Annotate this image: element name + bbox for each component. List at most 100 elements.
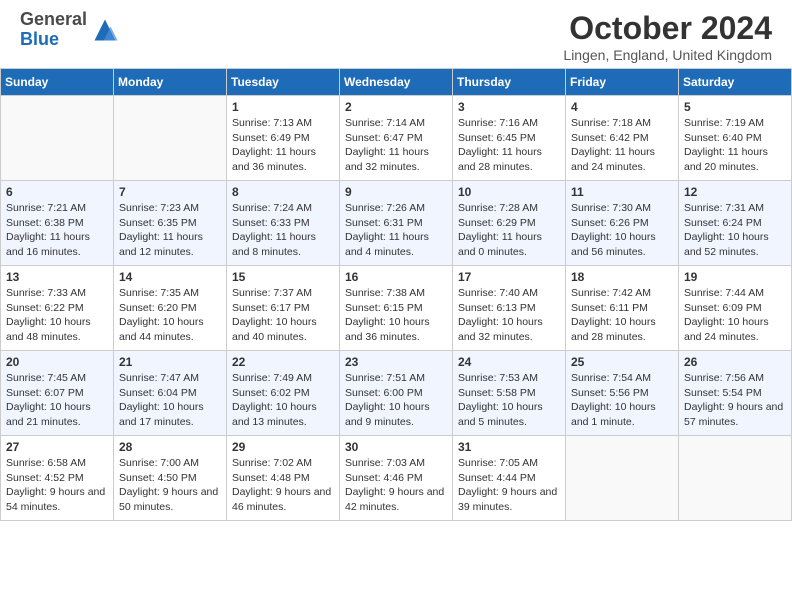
day-info: Sunrise: 7:38 AM Sunset: 6:15 PM Dayligh… [345,286,447,345]
day-number: 28 [119,440,221,454]
logo-icon [91,16,119,44]
calendar-cell: 30 Sunrise: 7:03 AM Sunset: 4:46 PM Dayli… [340,436,453,521]
day-of-week-header: Tuesday [227,69,340,96]
day-number: 20 [6,355,108,369]
day-number: 1 [232,100,334,114]
calendar-cell [679,436,792,521]
calendar-cell: 10Sunrise: 7:28 AM Sunset: 6:29 PM Dayli… [453,181,566,266]
day-info: Sunrise: 7:30 AM Sunset: 6:26 PM Dayligh… [571,201,673,260]
day-info: Sunrise: 7:13 AM Sunset: 6:49 PM Dayligh… [232,116,334,175]
day-info: Sunrise: 7:56 AM Sunset: 5:54 PM Dayligh… [684,371,786,430]
day-number: 24 [458,355,560,369]
calendar-cell: 17 Sunrise: 7:40 AM Sunset: 6:13 PM Dayli… [453,266,566,351]
calendar-week-row: 20 Sunrise: 7:45 AM Sunset: 6:07 PM Dayli… [1,351,792,436]
calendar-cell: 31 Sunrise: 7:05 AM Sunset: 4:44 PM Dayli… [453,436,566,521]
day-info: Sunrise: 7:53 AM Sunset: 5:58 PM Dayligh… [458,371,560,430]
day-info: Sunrise: 7:51 AM Sunset: 6:00 PM Dayligh… [345,371,447,430]
month-title: October 2024 [563,10,772,47]
day-info: Sunrise: 7:03 AM Sunset: 4:46 PM Dayligh… [345,456,447,515]
day-info: Sunrise: 7:14 AM Sunset: 6:47 PM Dayligh… [345,116,447,175]
calendar-cell: 23 Sunrise: 7:51 AM Sunset: 6:00 PM Dayli… [340,351,453,436]
calendar-cell: 1 Sunrise: 7:13 AM Sunset: 6:49 PM Daylig… [227,96,340,181]
day-info: Sunrise: 7:35 AM Sunset: 6:20 PM Dayligh… [119,286,221,345]
calendar-header-row: SundayMondayTuesdayWednesdayThursdayFrid… [1,69,792,96]
day-info: Sunrise: 7:19 AM Sunset: 6:40 PM Dayligh… [684,116,786,175]
calendar-week-row: 6 Sunrise: 7:21 AM Sunset: 6:38 PM Daylig… [1,181,792,266]
day-info: Sunrise: 7:33 AM Sunset: 6:22 PM Dayligh… [6,286,108,345]
day-of-week-header: Thursday [453,69,566,96]
day-info: Sunrise: 7:26 AM Sunset: 6:31 PM Dayligh… [345,201,447,260]
calendar-cell: 8 Sunrise: 7:24 AM Sunset: 6:33 PM Daylig… [227,181,340,266]
day-number: 10 [458,185,560,199]
calendar-cell: 3Sunrise: 7:16 AM Sunset: 6:45 PM Daylig… [453,96,566,181]
day-number: 8 [232,185,334,199]
day-info: Sunrise: 7:37 AM Sunset: 6:17 PM Dayligh… [232,286,334,345]
day-info: Sunrise: 7:18 AM Sunset: 6:42 PM Dayligh… [571,116,673,175]
calendar-cell: 28 Sunrise: 7:00 AM Sunset: 4:50 PM Dayli… [114,436,227,521]
day-of-week-header: Wednesday [340,69,453,96]
calendar-cell: 6 Sunrise: 7:21 AM Sunset: 6:38 PM Daylig… [1,181,114,266]
day-info: Sunrise: 7:00 AM Sunset: 4:50 PM Dayligh… [119,456,221,515]
day-number: 5 [684,100,786,114]
calendar-cell: 27Sunrise: 6:58 AM Sunset: 4:52 PM Dayli… [1,436,114,521]
day-number: 21 [119,355,221,369]
day-number: 14 [119,270,221,284]
day-number: 25 [571,355,673,369]
day-info: Sunrise: 7:49 AM Sunset: 6:02 PM Dayligh… [232,371,334,430]
day-number: 18 [571,270,673,284]
title-block: October 2024 Lingen, England, United Kin… [563,10,772,63]
day-of-week-header: Friday [566,69,679,96]
calendar-cell: 14 Sunrise: 7:35 AM Sunset: 6:20 PM Dayli… [114,266,227,351]
day-info: Sunrise: 7:45 AM Sunset: 6:07 PM Dayligh… [6,371,108,430]
day-number: 15 [232,270,334,284]
day-number: 9 [345,185,447,199]
day-number: 6 [6,185,108,199]
calendar-cell: 7Sunrise: 7:23 AM Sunset: 6:35 PM Daylig… [114,181,227,266]
calendar-cell [566,436,679,521]
day-number: 30 [345,440,447,454]
calendar-cell [114,96,227,181]
calendar-cell: 19 Sunrise: 7:44 AM Sunset: 6:09 PM Dayli… [679,266,792,351]
calendar-cell: 26 Sunrise: 7:56 AM Sunset: 5:54 PM Dayli… [679,351,792,436]
day-number: 2 [345,100,447,114]
day-number: 17 [458,270,560,284]
day-number: 26 [684,355,786,369]
day-number: 31 [458,440,560,454]
day-number: 4 [571,100,673,114]
calendar-week-row: 27Sunrise: 6:58 AM Sunset: 4:52 PM Dayli… [1,436,792,521]
day-info: Sunrise: 7:21 AM Sunset: 6:38 PM Dayligh… [6,201,108,260]
day-number: 3 [458,100,560,114]
day-number: 16 [345,270,447,284]
day-info: Sunrise: 7:02 AM Sunset: 4:48 PM Dayligh… [232,456,334,515]
calendar-cell: 4 Sunrise: 7:18 AM Sunset: 6:42 PM Daylig… [566,96,679,181]
day-info: Sunrise: 7:40 AM Sunset: 6:13 PM Dayligh… [458,286,560,345]
day-info: Sunrise: 7:05 AM Sunset: 4:44 PM Dayligh… [458,456,560,515]
calendar-cell: 13 Sunrise: 7:33 AM Sunset: 6:22 PM Dayli… [1,266,114,351]
day-number: 12 [684,185,786,199]
calendar-cell: 20 Sunrise: 7:45 AM Sunset: 6:07 PM Dayli… [1,351,114,436]
day-number: 22 [232,355,334,369]
day-info: Sunrise: 7:44 AM Sunset: 6:09 PM Dayligh… [684,286,786,345]
day-number: 13 [6,270,108,284]
calendar-cell: 25Sunrise: 7:54 AM Sunset: 5:56 PM Dayli… [566,351,679,436]
day-number: 29 [232,440,334,454]
day-number: 23 [345,355,447,369]
calendar-cell: 29 Sunrise: 7:02 AM Sunset: 4:48 PM Dayli… [227,436,340,521]
calendar-table: SundayMondayTuesdayWednesdayThursdayFrid… [0,68,792,521]
calendar-cell: 9 Sunrise: 7:26 AM Sunset: 6:31 PM Daylig… [340,181,453,266]
day-number: 19 [684,270,786,284]
calendar-cell: 12Sunrise: 7:31 AM Sunset: 6:24 PM Dayli… [679,181,792,266]
logo-general: General [20,9,87,29]
day-of-week-header: Sunday [1,69,114,96]
page-header: General Blue October 2024 Lingen, Englan… [0,0,792,68]
calendar-cell: 16 Sunrise: 7:38 AM Sunset: 6:15 PM Dayli… [340,266,453,351]
calendar-cell: 18Sunrise: 7:42 AM Sunset: 6:11 PM Dayli… [566,266,679,351]
calendar-cell [1,96,114,181]
logo: General Blue [20,10,119,50]
calendar-cell: 5 Sunrise: 7:19 AM Sunset: 6:40 PM Daylig… [679,96,792,181]
calendar-cell: 24 Sunrise: 7:53 AM Sunset: 5:58 PM Dayli… [453,351,566,436]
day-info: Sunrise: 7:24 AM Sunset: 6:33 PM Dayligh… [232,201,334,260]
calendar-cell: 15 Sunrise: 7:37 AM Sunset: 6:17 PM Dayli… [227,266,340,351]
day-info: Sunrise: 6:58 AM Sunset: 4:52 PM Dayligh… [6,456,108,515]
calendar-cell: 11Sunrise: 7:30 AM Sunset: 6:26 PM Dayli… [566,181,679,266]
